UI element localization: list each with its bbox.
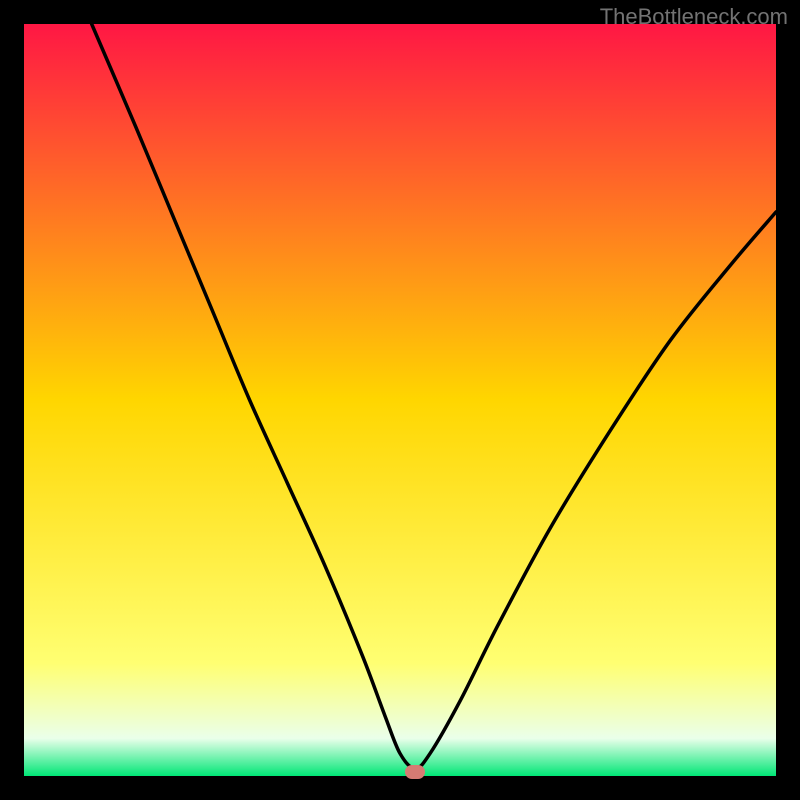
plot-area [24, 24, 776, 776]
chart-container: TheBottleneck.com [0, 0, 800, 800]
bottleneck-curve [24, 24, 776, 776]
optimal-marker [405, 765, 425, 779]
watermark-text: TheBottleneck.com [600, 4, 788, 30]
